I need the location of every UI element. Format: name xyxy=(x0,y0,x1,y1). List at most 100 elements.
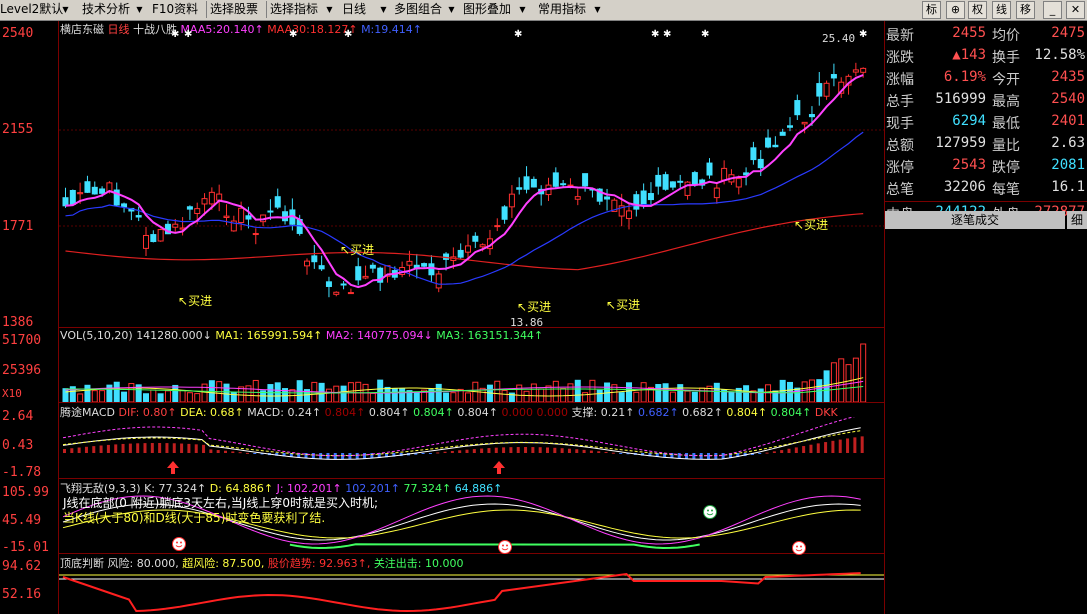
chart-area[interactable]: 横店东磁 日线 十战八胜 MAA5:20.140↑ MAA30:18.127↑ … xyxy=(0,21,884,614)
candlestick-chart[interactable]: ✱ ✱ ✱ ✱ ✱ ✱ ✱ ✱ ✱ xyxy=(59,21,884,327)
macd-bar xyxy=(311,453,315,459)
volume-bar xyxy=(618,392,625,402)
toolbar-daily[interactable]: 日线 xyxy=(342,1,366,18)
volume-bar xyxy=(838,358,845,402)
volume-bar xyxy=(325,388,332,402)
macd-axis-label: 0.43 xyxy=(2,438,34,453)
macd-bar xyxy=(172,443,176,453)
quote-label: 均价 xyxy=(992,28,1020,44)
toolbar-dropdown-icon[interactable]: ▼ xyxy=(60,2,71,17)
panel-divider xyxy=(58,327,884,328)
candle-body xyxy=(523,176,530,190)
candle-body xyxy=(121,203,128,208)
candle-body xyxy=(787,125,793,128)
volume-bar xyxy=(413,391,420,402)
candle-body xyxy=(721,167,728,181)
toolbar-f10[interactable]: F10资料 xyxy=(152,1,198,18)
volume-bar xyxy=(699,387,706,402)
macd-bar xyxy=(363,453,367,459)
candle-body xyxy=(333,291,340,295)
line-button[interactable]: 线 xyxy=(992,1,1011,19)
candle-body xyxy=(274,196,281,208)
volume-bar xyxy=(384,386,391,402)
toolbar-dropdown-icon[interactable]: ▼ xyxy=(446,2,457,17)
macd-bar xyxy=(604,451,608,453)
toolbar-dropdown-icon[interactable]: ▼ xyxy=(592,2,603,17)
toolbar-dropdown-icon[interactable]: ▼ xyxy=(324,2,335,17)
detail-button[interactable]: 细 xyxy=(1067,211,1087,229)
candle-body xyxy=(472,235,479,242)
volume-bar xyxy=(435,383,442,402)
quote-row: 最新 2455 均价 2475 xyxy=(885,23,1087,45)
volume-bar xyxy=(596,389,603,402)
macd-bar xyxy=(465,449,469,453)
volume-bar xyxy=(794,387,801,402)
star-marker-icon: ✱ xyxy=(514,29,522,40)
toolbar-dropdown-icon[interactable]: ▼ xyxy=(517,2,528,17)
toolbar-dropdown-icon[interactable]: ▼ xyxy=(378,2,389,17)
volume-bar xyxy=(633,391,640,402)
buy-signal-label: 买进 xyxy=(527,300,552,314)
quote-value: 12.58% xyxy=(1034,47,1085,63)
candle-body xyxy=(238,207,245,223)
risk-chart[interactable] xyxy=(59,567,884,614)
quote-row: 涨停 2543 跌停 2081 xyxy=(885,155,1087,177)
star-marker-icon: ✱ xyxy=(344,29,352,40)
quote-label: 总手 xyxy=(886,94,914,110)
candle-body xyxy=(574,196,581,200)
volume-bar xyxy=(179,389,186,402)
candle-body xyxy=(647,193,654,201)
tick-trades-button[interactable]: 逐笔成交 xyxy=(885,211,1065,229)
quote-value: 2455 xyxy=(952,25,986,41)
quote-value: 2540 xyxy=(1051,91,1085,107)
macd-bar xyxy=(202,444,206,453)
candle-body xyxy=(706,162,713,176)
buy-signal: ↖买进 xyxy=(517,300,552,314)
candle-body xyxy=(252,233,259,236)
toolbar-select-stock[interactable]: 选择股票 xyxy=(210,1,258,18)
candle-body xyxy=(677,180,684,183)
candle-body xyxy=(172,223,179,228)
buy-signal-label: 买进 xyxy=(188,294,213,308)
volume-chart[interactable] xyxy=(59,341,884,402)
toolbar-multi-chart[interactable]: 多图组合 xyxy=(394,1,442,18)
quote-value: 2081 xyxy=(1051,157,1085,173)
toolbar-dropdown-icon[interactable]: ▼ xyxy=(134,2,145,17)
candle-body xyxy=(626,210,632,219)
macd-bar xyxy=(787,448,791,453)
candle-body xyxy=(508,193,515,208)
quote-row: 现手 6294 最低 2401 xyxy=(885,111,1087,133)
toolbar-select-indicator[interactable]: 选择指标 xyxy=(270,1,318,18)
candle-body xyxy=(304,260,310,267)
macd-bar xyxy=(509,447,513,453)
macd-bar xyxy=(809,444,813,453)
volume-bar xyxy=(713,382,720,402)
mark-button[interactable]: 标 xyxy=(922,1,941,19)
macd-bar xyxy=(772,451,776,453)
move-button[interactable]: 移 xyxy=(1016,1,1035,19)
rights-button[interactable]: 权 xyxy=(968,1,987,19)
macd-bar xyxy=(238,452,242,454)
macd-bar xyxy=(846,438,850,453)
plus-button[interactable]: ⊕ xyxy=(946,1,965,19)
toolbar-tech-analysis[interactable]: 技术分析 xyxy=(82,1,130,18)
toolbar-overlay[interactable]: 图形叠加 xyxy=(463,1,511,18)
close-icon[interactable]: ✕ xyxy=(1066,1,1085,19)
toolbar-level2-default[interactable]: Level2默认 xyxy=(0,1,63,18)
volume-bar xyxy=(655,384,662,402)
quote-label: 总额 xyxy=(886,138,914,154)
macd-chart[interactable] xyxy=(59,417,884,478)
kdj-axis-label: -15.01 xyxy=(2,540,49,555)
minimize-icon[interactable]: _ xyxy=(1043,1,1062,19)
macd-bar xyxy=(531,447,535,453)
macd-bar xyxy=(209,449,213,453)
toolbar-common-indicators[interactable]: 常用指标 xyxy=(538,1,586,18)
star-marker-icon: ✱ xyxy=(663,29,671,40)
macd-bar xyxy=(480,448,484,453)
quote-panel: 最新 2455 均价 2475 涨跌 ▲143 换手 12.58% 涨幅 6.19% 今开 2435 总… xyxy=(884,21,1087,614)
volume-bar xyxy=(743,385,750,402)
kdj-axis-label: 45.49 xyxy=(2,513,42,528)
quote-value: 2475 xyxy=(1051,25,1085,41)
macd-bar xyxy=(458,450,462,453)
candle-body xyxy=(347,292,354,295)
